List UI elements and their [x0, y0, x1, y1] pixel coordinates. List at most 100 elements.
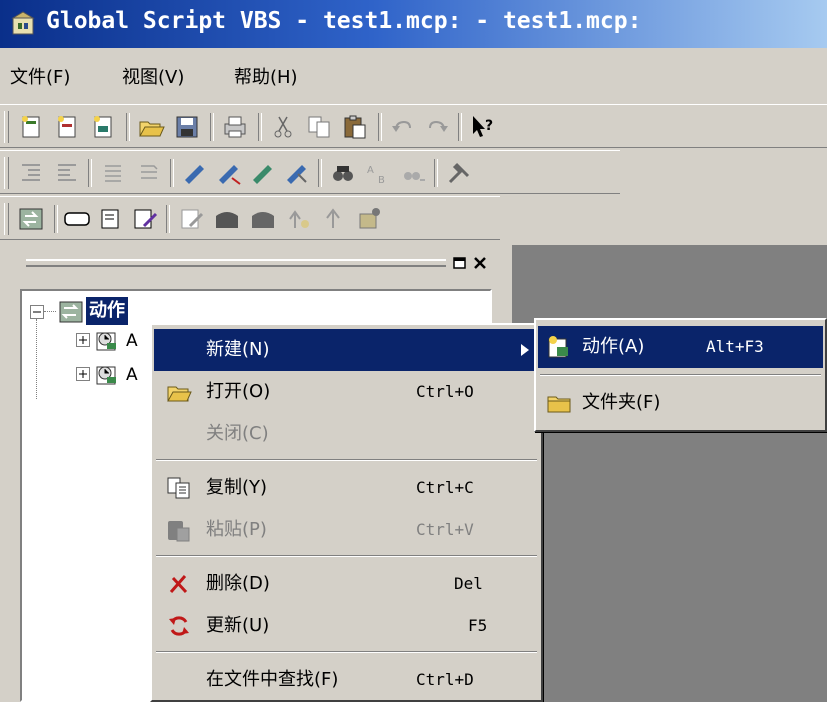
menu-help[interactable]: 帮助(H) [234, 58, 298, 98]
find-icon[interactable] [328, 158, 358, 188]
edit-icon[interactable] [176, 204, 206, 234]
save-icon[interactable] [172, 112, 202, 142]
cut-icon[interactable] [268, 112, 298, 142]
action-icon [96, 332, 116, 351]
menu-item-label: 动作(A) [582, 336, 645, 357]
menu-item-label: 文件夹(F) [582, 392, 661, 413]
outdent-icon[interactable] [52, 158, 82, 188]
bookmark-prev-icon[interactable] [248, 158, 278, 188]
menu-separator [156, 459, 537, 461]
menu-separator [540, 374, 821, 376]
menu-item-label: 关闭(C) [206, 423, 269, 444]
menu-separator [156, 651, 537, 653]
toolbar-grip[interactable] [4, 111, 9, 143]
submenu-item-folder[interactable]: 文件夹(F) [538, 382, 823, 424]
menu-item-shortcut: Del [454, 574, 483, 593]
new-project-icon[interactable] [16, 112, 46, 142]
find-next-icon[interactable] [398, 158, 428, 188]
menu-item-shortcut: Alt+F3 [706, 337, 764, 356]
undo-icon[interactable] [388, 112, 418, 142]
collapse-icon[interactable] [30, 305, 44, 319]
refresh-icon [169, 616, 189, 636]
menu-item-shortcut: Ctrl+V [416, 520, 474, 539]
tree-item-label[interactable]: A [126, 327, 138, 355]
menu-item-new[interactable]: 新建(N) [154, 329, 539, 371]
action-icon [548, 336, 568, 358]
menu-item-label: 新建(N) [206, 339, 270, 360]
menu-item-label: 更新(U) [206, 615, 270, 636]
expand-icon[interactable] [76, 367, 90, 381]
print-icon[interactable] [220, 112, 250, 142]
open-icon[interactable] [136, 112, 166, 142]
menu-item-shortcut: Ctrl+C [416, 478, 474, 497]
menu-item-open[interactable]: 打开(O) Ctrl+O [154, 371, 539, 413]
compile-icon[interactable] [444, 158, 474, 188]
menu-item-delete[interactable]: 删除(D) Del [154, 563, 539, 605]
tag-edit-icon[interactable] [130, 204, 160, 234]
toolbar-tools [0, 196, 500, 240]
comment-icon[interactable] [98, 158, 128, 188]
submenu-arrow-icon [521, 344, 529, 356]
menu-item-label: 删除(D) [206, 573, 270, 594]
window-title: Global Script VBS - test1.mcp: - test1.m… [46, 8, 642, 34]
bookmark-toggle-icon[interactable] [180, 158, 210, 188]
editor-area [512, 245, 827, 702]
menu-item-label: 打开(O) [206, 381, 271, 402]
menu-item-refresh[interactable]: 更新(U) F5 [154, 605, 539, 647]
menu-item-label: 在文件中查找(F) [206, 669, 339, 690]
panel-grip[interactable] [26, 259, 446, 267]
bookmark-clear-icon[interactable] [282, 158, 312, 188]
menu-item-paste[interactable]: 粘贴(P) Ctrl+V [154, 509, 539, 551]
toolbar-edit: AB [0, 150, 620, 194]
action-icon [96, 366, 116, 385]
block2-icon[interactable] [248, 204, 278, 234]
menu-view[interactable]: 视图(V) [122, 58, 184, 98]
toolbar-grip[interactable] [4, 203, 9, 235]
menu-item-shortcut: Ctrl+O [416, 382, 474, 401]
redo-icon[interactable] [422, 112, 452, 142]
folder-icon [547, 396, 571, 413]
new-function-icon[interactable] [88, 112, 118, 142]
submenu-new: 动作(A) Alt+F3 文件夹(F) [534, 318, 827, 432]
menu-file[interactable]: 文件(F) [10, 58, 70, 98]
submenu-item-action[interactable]: 动作(A) Alt+F3 [538, 326, 823, 368]
svg-text:A: A [367, 165, 374, 176]
new-action-icon[interactable] [52, 112, 82, 142]
bookmark-next-icon[interactable] [214, 158, 244, 188]
menu-separator [156, 555, 537, 557]
context-help-icon[interactable]: ? [468, 112, 498, 142]
restore-icon[interactable] [452, 255, 468, 271]
toolbar-standard: ? [0, 104, 827, 148]
toolbar-grip[interactable] [4, 157, 9, 189]
trigger-icon[interactable] [16, 204, 46, 234]
menu-item-find-in-files[interactable]: 在文件中查找(F) Ctrl+D [154, 659, 539, 701]
menu-item-shortcut: Ctrl+D [416, 670, 474, 689]
tag-icon[interactable] [96, 204, 126, 234]
expand-icon[interactable] [76, 333, 90, 347]
svg-text:B: B [378, 175, 385, 186]
tree-item-label[interactable]: A [126, 361, 138, 389]
paste-icon[interactable] [340, 112, 370, 142]
menu-item-label: 复制(Y) [206, 477, 268, 498]
menu-item-label: 粘贴(P) [206, 519, 267, 540]
arrow-up2-icon[interactable] [318, 204, 348, 234]
menu-item-close[interactable]: 关闭(C) [154, 413, 539, 455]
context-menu: 新建(N) 打开(O) Ctrl+O 关闭(C) 复制(Y) Ctrl+C 粘贴… [150, 323, 543, 702]
replace-icon[interactable]: AB [364, 158, 394, 188]
close-icon[interactable] [472, 255, 488, 271]
title-bar[interactable]: Global Script VBS - test1.mcp: - test1.m… [0, 0, 827, 48]
arrow-up-icon[interactable] [284, 204, 314, 234]
vbs-app-icon [11, 11, 35, 35]
actions-folder-icon [59, 301, 83, 323]
indent-icon[interactable] [16, 158, 46, 188]
tree-root-label[interactable]: 动作 [86, 297, 128, 325]
menu-bar: 文件(F) 视图(V) 帮助(H) [0, 58, 827, 98]
uncomment-icon[interactable] [134, 158, 164, 188]
button-icon[interactable] [62, 204, 92, 234]
delete-icon [169, 575, 188, 594]
copy-icon[interactable] [304, 112, 334, 142]
block-icon[interactable] [212, 204, 242, 234]
menu-item-copy[interactable]: 复制(Y) Ctrl+C [154, 467, 539, 509]
info-icon[interactable] [354, 204, 384, 234]
svg-text:?: ? [485, 118, 493, 134]
